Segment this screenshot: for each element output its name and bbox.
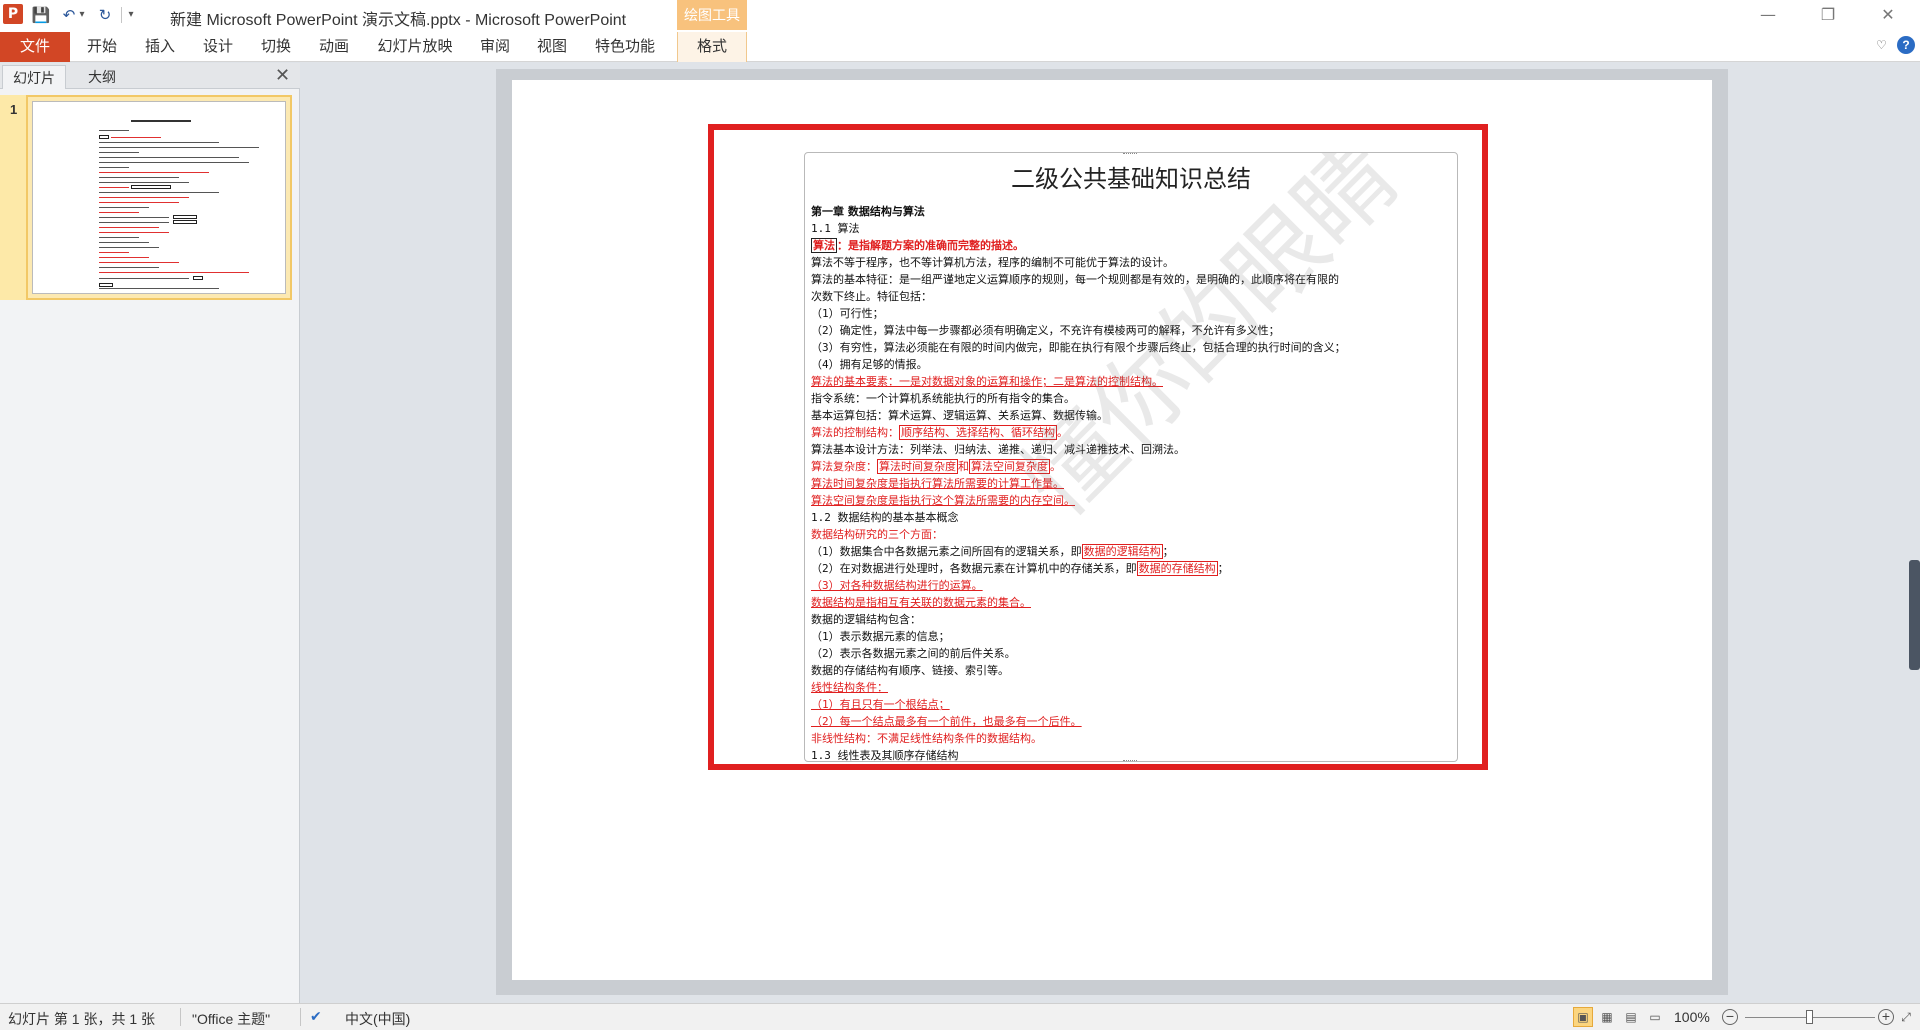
document-line: （2）确定性，算法中每一步骤都必须有明确定义，不充许有模棱两可的解释，不允许有多… [811,324,1280,337]
normal-view-icon[interactable]: ▣ [1573,1007,1593,1027]
red-rectangle-shape[interactable]: 二级公共基础知识总结 第一章 数据结构与算法 1.1 算法算法 ：是指解题方案的准确… [708,124,1488,770]
document-line: 算法空间复杂度是指执行这个算法所需要的内存空间。 [811,494,1075,507]
zoom-level[interactable]: 100% [1674,1009,1710,1025]
document-title: 二级公共基础知识总结 [1011,165,1251,193]
document-line: 第一章 数据结构与算法 [811,205,925,218]
document-line: 1.2 数据结构的基本基本概念 [811,511,959,524]
document-body: 第一章 数据结构与算法 1.1 算法算法 ：是指解题方案的准确而完整的描述。算法不等… [811,203,1451,761]
vertical-scrollbar-thumb[interactable] [1909,560,1920,670]
restore-button[interactable]: ❐ [1805,0,1851,30]
document-line: （2）在对数据进行处理时，各数据元素在计算机中的存储关系，即 数据的存储结构； [811,561,1229,576]
undo-menu-icon[interactable]: ▾ [76,4,88,26]
document-line: （1）有且只有一个根结点； [811,698,950,711]
document-image[interactable]: 二级公共基础知识总结 第一章 数据结构与算法 1.1 算法算法 ：是指解题方案的准确… [804,152,1458,762]
document-line: 算法的控制结构： 顺序结构、选择结构、循环结构。 [811,425,1068,440]
document-line: 线性结构条件： [811,681,888,694]
window-title: 新建 Microsoft PowerPoint 演示文稿.pptx - Micr… [170,12,627,29]
document-line: 算法基本设计方法：列举法、归纳法、递推、递归、减斗递推技术、回溯法。 [811,443,1185,456]
slide-sorter-icon[interactable]: ▦ [1597,1007,1617,1027]
document-line: （1）可行性； [811,307,884,320]
zoom-slider-knob[interactable] [1806,1010,1813,1024]
document-line: 数据的逻辑结构包含： [811,613,921,626]
document-line: 1.1 算法 [811,222,860,235]
slide-thumbnail-item[interactable]: 1 [0,95,300,363]
tab-special-features[interactable]: 特色功能 [588,32,662,62]
title-bar: P 💾 ↶ ▾ ↻ ▾ 新建 Microsoft PowerPoint 演示文稿… [0,0,1920,30]
highlight-box: 数据的存储结构 [1136,561,1218,576]
slides-panel: 幻灯片 大纲 ✕ 1 [0,63,300,1003]
slide-count-status: 幻灯片 第 1 张，共 1 张 [8,1011,156,1027]
save-icon[interactable]: 💾 [30,4,52,26]
tab-file[interactable]: 文件 [0,32,70,62]
close-icon[interactable]: ✕ [275,65,290,86]
slide-thumbnail[interactable] [26,95,292,300]
tab-transitions[interactable]: 切换 [254,32,298,62]
document-line: 算法的基本要素：一是对数据对象的运算和操作；二是算法的控制结构。 [811,375,1163,388]
reading-view-icon[interactable]: ▤ [1621,1007,1641,1027]
status-bar: 幻灯片 第 1 张，共 1 张 "Office 主题" ✔ 中文(中国) ▣ ▦… [0,1003,1920,1030]
document-line: （1）表示数据元素的信息； [811,630,950,643]
ribbon-tabs: 文件 开始 插入 设计 切换 动画 幻灯片放映 审阅 视图 特色功能 格式 ♡ … [0,30,1920,62]
thumbnail-preview [32,101,286,294]
slide-number: 1 [10,102,18,117]
highlight-box: 算法时间复杂度 [877,459,958,474]
highlight-box: 算法 [811,238,837,253]
tab-format[interactable]: 格式 [677,32,747,62]
powerpoint-icon[interactable]: P [3,4,23,24]
help-icon[interactable]: ? [1897,36,1915,54]
highlight-box: 数据的逻辑结构 [1081,544,1163,559]
fit-to-window-icon[interactable]: ⤢ [1896,1007,1916,1027]
document-line: 算法复杂度： 算法时间复杂度和算法空间复杂度。 [811,459,1061,474]
document-line: （1）数据集合中各数据元素之间所固有的逻辑关系，即 数据的逻辑结构； [811,544,1174,559]
slide-selection-strip [0,95,26,300]
tab-outline[interactable]: 大纲 [70,65,134,89]
resize-handle[interactable] [1123,153,1137,154]
panel-tabs: 幻灯片 大纲 ✕ [0,63,300,89]
document-line: 数据结构研究的三个方面： [811,528,943,541]
highlight-box: 算法空间复杂度 [969,459,1050,474]
document-line: 基本运算包括：算术运算、逻辑运算、关系运算、数据传输。 [811,409,1108,422]
language-status[interactable]: 中文(中国) [345,1009,410,1029]
tab-view[interactable]: 视图 [530,32,574,62]
tab-slideshow[interactable]: 幻灯片放映 [370,32,460,62]
slide-editing-area[interactable]: 二级公共基础知识总结 第一章 数据结构与算法 1.1 算法算法 ：是指解题方案的准确… [301,63,1920,1003]
document-line: （3）有穷性，算法必须能在有限的时间内做完，即能在执行有限个步骤后终止，包括合理… [811,341,1346,354]
highlight-box: 顺序结构、选择结构、循环结构 [899,425,1057,440]
theme-status[interactable]: "Office 主题" [192,1009,270,1029]
document-line: 数据结构是指相互有关联的数据元素的集合。 [811,596,1031,609]
document-line: 算法 ：是指解题方案的准确而完整的描述。 [811,238,1024,253]
slideshow-icon[interactable]: ▭ [1645,1007,1665,1027]
document-line: 算法的基本特征：是一组严谨地定义运算顺序的规则，每一个规则都是有效的，是明确的，… [811,273,1339,286]
customize-toolbar-icon[interactable]: ▾ [124,4,138,26]
collapse-ribbon-icon[interactable]: ♡ [1876,38,1887,52]
context-group-drawing-tools: 绘图工具 [677,0,747,30]
close-button[interactable]: ✕ [1865,0,1911,30]
document-line: 算法不等于程序，也不等计算机方法，程序的编制不可能优于算法的设计。 [811,256,1174,269]
separator [180,1008,181,1026]
document-line: （4）拥有足够的情报。 [811,358,928,371]
separator [300,1008,301,1026]
document-line: （2）每一个结点最多有一个前件，也最多有一个后件。 [811,715,1082,728]
separator [121,7,122,23]
tab-insert[interactable]: 插入 [138,32,182,62]
slide-canvas[interactable]: 二级公共基础知识总结 第一章 数据结构与算法 1.1 算法算法 ：是指解题方案的准确… [512,80,1712,980]
document-line: 次数下终止。特征包括： [811,290,932,303]
tab-review[interactable]: 审阅 [473,32,517,62]
document-line: 数据的存储结构有顺序、链接、索引等。 [811,664,1009,677]
document-line: 指令系统：一个计算机系统能执行的所有指令的集合。 [811,392,1075,405]
minimize-button[interactable]: — [1745,0,1791,30]
document-line: （2）表示各数据元素之间的前后件关系。 [811,647,1016,660]
tab-animations[interactable]: 动画 [312,32,356,62]
document-line: 非线性结构：不满足线性结构条件的数据结构。 [811,732,1042,745]
zoom-in-icon[interactable]: + [1878,1009,1894,1025]
document-line: （3）对各种数据结构进行的运算。 [811,579,983,592]
zoom-out-icon[interactable]: − [1722,1009,1738,1025]
tab-design[interactable]: 设计 [196,32,240,62]
document-line: 算法时间复杂度是指执行算法所需要的计算工作量。 [811,477,1064,490]
redo-icon[interactable]: ↻ [94,4,116,26]
spell-check-icon[interactable]: ✔ [310,1009,322,1025]
tab-slides[interactable]: 幻灯片 [2,65,66,89]
tab-home[interactable]: 开始 [80,32,124,62]
